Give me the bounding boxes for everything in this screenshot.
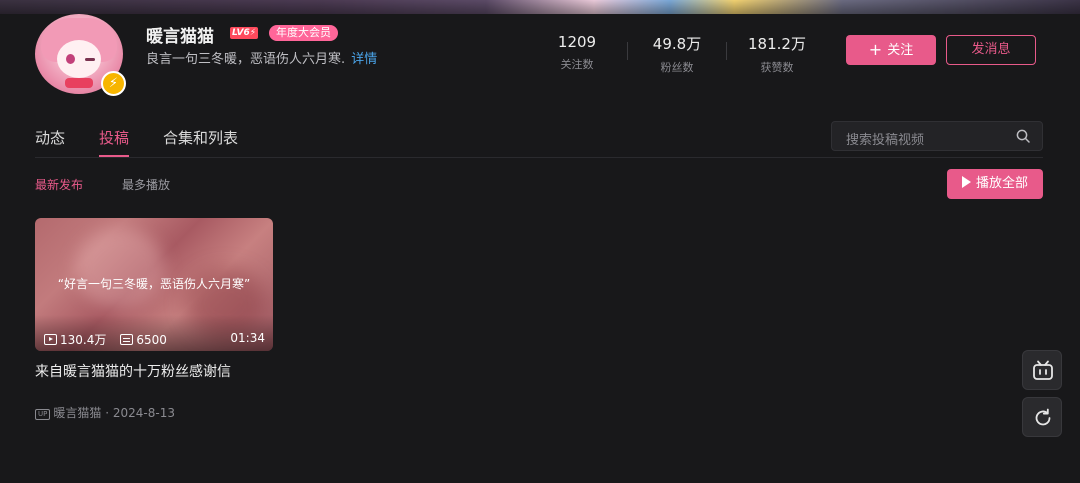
tab-collections[interactable]: 合集和列表 bbox=[163, 127, 238, 148]
danmaku-icon bbox=[120, 334, 134, 345]
verified-bolt-icon: ⚡ bbox=[101, 71, 126, 96]
refresh-button[interactable] bbox=[1022, 397, 1062, 437]
refresh-icon bbox=[1035, 408, 1051, 426]
video-thumbnail[interactable]: “好言一句三冬暖，恶语伤人六月寒” 130.4万 6500 01:34 bbox=[35, 218, 273, 351]
play-all-button[interactable]: 播放全部 bbox=[947, 169, 1043, 199]
user-signature: 良言一句三冬暖，恶语伤人六月寒. 详情 bbox=[146, 48, 377, 67]
danmaku-count: 6500 bbox=[136, 333, 167, 347]
signature-text: 良言一句三冬暖，恶语伤人六月寒. bbox=[146, 52, 346, 67]
video-duration: 01:34 bbox=[230, 331, 265, 345]
follow-button[interactable]: + 关注 bbox=[846, 35, 936, 65]
bilibili-tv-icon bbox=[1033, 360, 1053, 380]
video-stats: 130.4万 6500 bbox=[44, 331, 167, 348]
tab-uploads[interactable]: 投稿 bbox=[99, 127, 129, 148]
level-badge: LV6⚡ bbox=[230, 27, 259, 39]
search-box[interactable]: 搜索投稿视频 bbox=[831, 121, 1043, 151]
stat-value: 181.2万 bbox=[748, 35, 806, 53]
stat-likes: 181.2万 获赞数 bbox=[737, 33, 817, 75]
thumbnail-caption: “好言一句三冬暖，恶语伤人六月寒” bbox=[57, 277, 251, 291]
stat-value: 1209 bbox=[557, 33, 597, 51]
plus-icon: + bbox=[868, 40, 883, 59]
sort-most-played[interactable]: 最多播放 bbox=[122, 176, 170, 193]
play-all-label: 播放全部 bbox=[975, 176, 1028, 191]
tab-dynamic[interactable]: 动态 bbox=[35, 127, 65, 148]
stat-divider bbox=[726, 42, 727, 60]
vip-badge[interactable]: 年度大会员 bbox=[269, 25, 338, 41]
stat-label: 获赞数 bbox=[760, 61, 794, 74]
view-count: 130.4万 bbox=[60, 333, 107, 347]
separator: · bbox=[105, 406, 110, 420]
upload-date: 2024-8-13 bbox=[112, 406, 175, 420]
avatar[interactable]: ⚡ bbox=[35, 14, 126, 96]
space-page: ⚡ 暖言猫猫 LV6⚡ 年度大会员 良言一句三冬暖，恶语伤人六月寒. 详情 12… bbox=[0, 0, 1080, 483]
tabs-divider bbox=[35, 157, 1043, 158]
uploader-name[interactable]: 暖言猫猫 bbox=[53, 406, 101, 420]
signature-more-link[interactable]: 详情 bbox=[351, 52, 377, 67]
sort-latest[interactable]: 最新发布 bbox=[35, 176, 83, 193]
stat-label: 关注数 bbox=[560, 58, 594, 71]
video-uploader-info: UP 暖言猫猫 · 2024-8-13 bbox=[35, 404, 175, 421]
message-button[interactable]: 发消息 bbox=[946, 35, 1036, 65]
follow-label: 关注 bbox=[887, 43, 914, 58]
up-icon: UP bbox=[35, 409, 51, 420]
video-title[interactable]: 来自暖言猫猫的十万粉丝感谢信 bbox=[35, 361, 231, 381]
stat-followers[interactable]: 49.8万 粉丝数 bbox=[637, 33, 717, 75]
search-icon[interactable] bbox=[1016, 129, 1030, 143]
search-input[interactable]: 搜索投稿视频 bbox=[846, 129, 924, 148]
user-name: 暖言猫猫 bbox=[146, 27, 214, 47]
stat-label: 粉丝数 bbox=[660, 61, 694, 74]
stat-divider bbox=[627, 42, 628, 60]
play-count-icon bbox=[44, 334, 57, 345]
stat-value: 49.8万 bbox=[652, 35, 702, 53]
stat-following[interactable]: 1209 关注数 bbox=[537, 33, 617, 72]
bilibili-tv-button[interactable] bbox=[1022, 350, 1062, 390]
play-icon bbox=[961, 176, 971, 188]
